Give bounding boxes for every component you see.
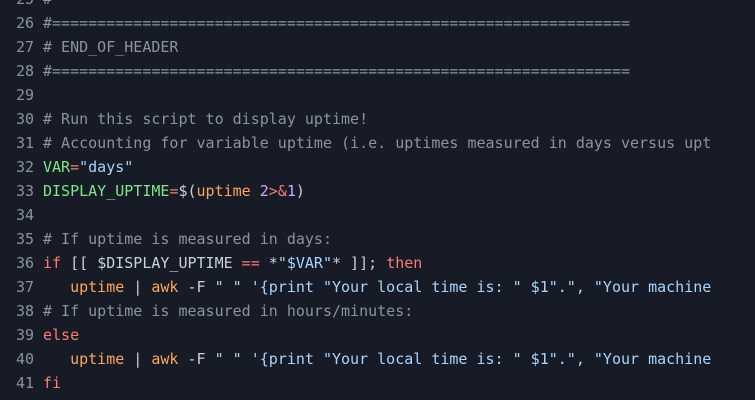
line-number: 28 [15,62,34,80]
plain-token: * ]]; [332,254,387,272]
plain-token: $( [178,182,197,200]
code-line: 26 #=====================================… [0,11,755,35]
line-number: 40 [15,350,34,368]
command-token: uptime [70,350,125,368]
line-number: 27 [15,38,34,56]
line-code: fi [34,371,61,395]
keyword-token: if [43,254,62,272]
line-number: 33 [15,182,34,200]
line-code: #=======================================… [34,59,630,83]
comment-token: # If uptime is measured in days: [43,230,332,248]
line-code: # If uptime is measured in hours/minutes… [34,299,413,323]
line-number: 37 [15,278,34,296]
string-token: '{print "Your local time is: " $1".", "Y… [250,350,712,368]
plain-token: $DISPLAY_UPTIME [97,254,233,272]
plain-token: * [268,254,278,272]
string-token: "$VAR" [277,254,332,272]
code-line: 28 #=====================================… [0,59,755,83]
plain-token: -F [178,350,215,368]
keyword-token: else [43,326,80,344]
code-line: 32 VAR="days" [0,155,755,179]
code-line: 27 # END_OF_HEADER [0,35,755,59]
line-number: 34 [15,206,34,224]
code-lines: 25 #26 #==================================… [0,0,755,395]
command-token: uptime [196,182,251,200]
plain-token: ) [295,182,305,200]
comment-token: # Run this script to display uptime! [43,110,369,128]
keyword-token: then [386,254,423,272]
line-code: uptime | awk -F " " '{print "Your local … [34,275,711,299]
operator-token: = [70,158,80,176]
code-line: 39 else [0,323,755,347]
operator-token: == [232,254,269,272]
line-code: else [34,323,79,347]
code-line: 36 if [[ $DISPLAY_UPTIME == *"$VAR"* ]]; … [0,251,755,275]
keyword-token: fi [43,374,62,392]
string-token: " " [214,278,242,296]
line-number: 36 [15,254,34,272]
line-code: # Accounting for variable uptime (i.e. u… [34,131,711,155]
comment-token: # If uptime is measured in hours/minutes… [43,302,414,320]
code-line: 40 uptime | awk -F " " '{print "Your loc… [0,347,755,371]
line-code: # If uptime is measured in days: [34,227,332,251]
line-number: 25 [0,0,34,11]
code-line: 29 [0,83,755,107]
line-number: 41 [15,374,34,392]
line-code: # Run this script to display uptime! [34,107,368,131]
code-line: 35 # If uptime is measured in days: [0,227,755,251]
code-line: 31 # Accounting for variable uptime (i.e.… [0,131,755,155]
plain-token: | [124,278,152,296]
code-line: 41 fi [0,371,755,395]
variable-token: VAR [43,158,71,176]
comment-token: #=======================================… [43,14,630,32]
line-code: uptime | awk -F " " '{print "Your local … [34,347,711,371]
plain-token: | [124,350,152,368]
command-token: awk [151,350,179,368]
code-line: 34 [0,203,755,227]
plain-token: [[ [61,254,98,272]
line-number: 30 [15,110,34,128]
comment-token: # Accounting for variable uptime (i.e. u… [43,134,712,152]
code-line: 38 # If uptime is measured in hours/minut… [0,299,755,323]
code-line: 30 # Run this script to display uptime! [0,107,755,131]
line-number: 39 [15,326,34,344]
command-token: uptime [70,278,125,296]
code-editor[interactable]: 25 #26 #==================================… [0,0,755,400]
line-code: if [[ $DISPLAY_UPTIME == *"$VAR"* ]]; th… [34,251,422,275]
line-number: 35 [15,230,34,248]
line-number: 29 [15,86,34,104]
line-code: # END_OF_HEADER [34,35,178,59]
variable-token: DISPLAY_UPTIME [43,182,170,200]
comment-token: # END_OF_HEADER [43,38,179,56]
comment-token: #=======================================… [43,62,630,80]
line-code: #=======================================… [34,11,630,35]
number-token: 1 [286,182,296,200]
line-number: 38 [15,302,34,320]
comment-token: # [43,0,52,8]
number-token: 2 [259,182,269,200]
operator-token: >& [268,182,287,200]
line-code: # [34,0,52,11]
code-line: 25 # [0,0,755,11]
string-token: '{print "Your local time is: " $1".", "Y… [250,278,712,296]
plain-token: -F [178,278,215,296]
line-code: VAR="days" [34,155,133,179]
code-line: 37 uptime | awk -F " " '{print "Your loc… [0,275,755,299]
line-number: 26 [15,14,34,32]
line-number: 31 [15,134,34,152]
string-token: "days" [79,158,134,176]
command-token: awk [151,278,179,296]
code-line: 33 DISPLAY_UPTIME=$(uptime 2>&1) [0,179,755,203]
line-code: DISPLAY_UPTIME=$(uptime 2>&1) [34,179,305,203]
string-token: " " [214,350,242,368]
line-number: 32 [15,158,34,176]
